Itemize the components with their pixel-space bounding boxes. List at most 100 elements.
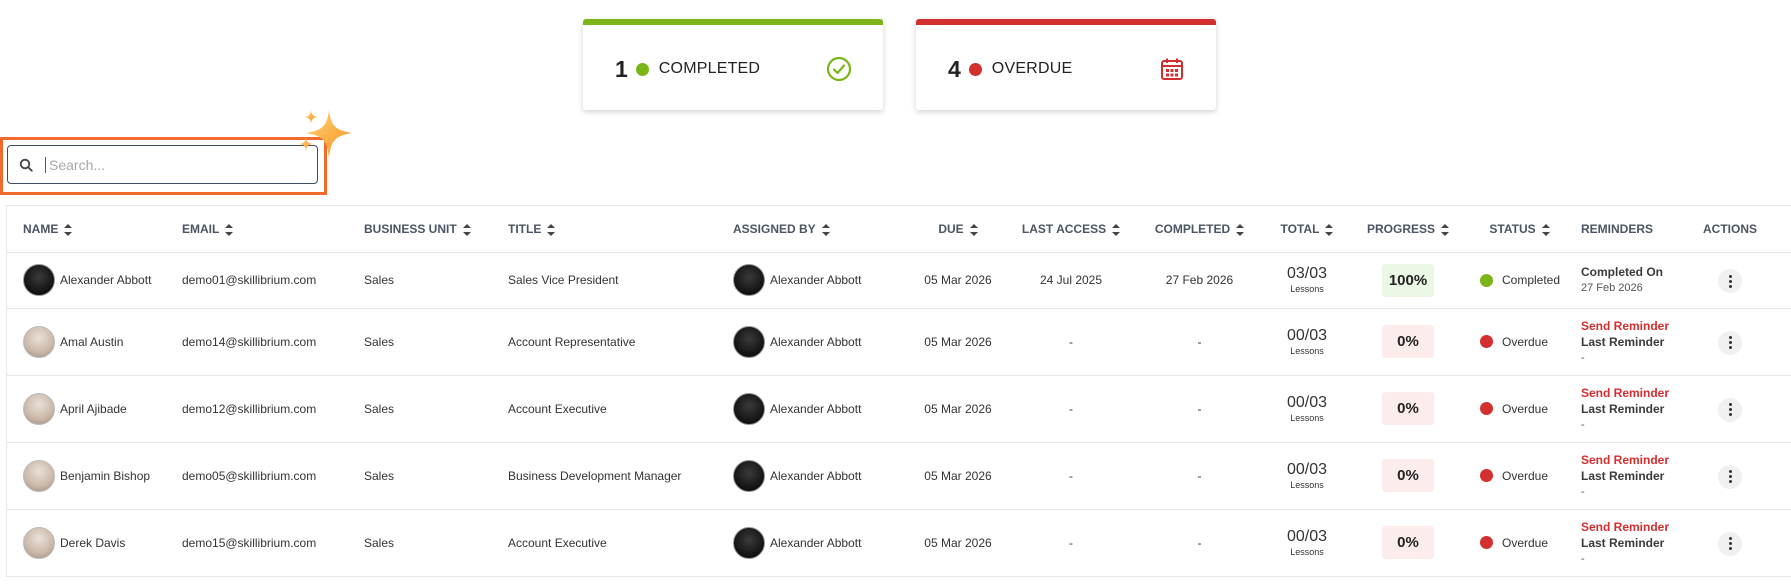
completed-card-bar <box>583 19 883 25</box>
header-due[interactable]: DUE <box>911 206 1005 253</box>
header-total[interactable]: TOTAL <box>1262 206 1352 253</box>
total-cell: 00/03 Lessons <box>1262 308 1352 376</box>
reminder-line2: 27 Feb 2026 <box>1581 282 1643 294</box>
reminder-line3: - <box>1581 552 1585 565</box>
reminder-line2: Last Reminder <box>1581 468 1665 483</box>
progress-badge: 100% <box>1382 263 1434 297</box>
learner-name: April Ajibade <box>60 401 127 416</box>
overdue-dot <box>968 62 982 76</box>
send-reminder-link[interactable]: Send Reminder <box>1581 318 1690 334</box>
header-progress[interactable]: PROGRESS <box>1352 206 1464 253</box>
table-row[interactable]: Derek Davis demo15@skillibrium.com Sales… <box>7 509 1791 577</box>
sort-icon[interactable] <box>462 223 471 236</box>
email-cell: demo14@skillibrium.com <box>182 308 364 376</box>
sort-icon[interactable] <box>64 223 73 236</box>
reminders-cell: Send Reminder Last Reminder - <box>1575 308 1690 376</box>
learner-name: Alexander Abbott <box>60 273 152 287</box>
sort-icon[interactable] <box>1441 223 1449 236</box>
more-actions-icon[interactable] <box>1718 330 1742 355</box>
overdue-count: 4 <box>948 55 961 82</box>
assigned-by-name: Alexander Abbott <box>770 401 862 416</box>
search-icon <box>19 157 35 173</box>
status-dot <box>1480 402 1493 415</box>
sort-icon[interactable] <box>1325 223 1334 236</box>
completed-cell: - <box>1137 308 1262 376</box>
last-access-cell: - <box>1005 509 1137 577</box>
header-title[interactable]: TITLE <box>508 206 733 253</box>
more-actions-icon[interactable] <box>1718 397 1742 422</box>
status-text: Overdue <box>1502 334 1549 349</box>
table-row[interactable]: Amal Austin demo14@skillibrium.com Sales… <box>7 308 1791 376</box>
check-circle-icon <box>825 55 853 83</box>
sort-icon[interactable] <box>1236 223 1245 236</box>
sort-icon[interactable] <box>547 223 556 236</box>
header-business-unit[interactable]: BUSINESS UNIT <box>364 206 508 253</box>
due-cell: 05 Mar 2026 <box>911 509 1005 577</box>
send-reminder-link[interactable]: Send Reminder <box>1581 519 1690 535</box>
status-dot <box>1480 335 1493 348</box>
lessons-label: Lessons <box>1290 546 1324 557</box>
due-cell: 05 Mar 2026 <box>911 375 1005 443</box>
header-reminders: REMINDERS <box>1575 206 1690 253</box>
status-cell: Overdue <box>1464 442 1575 510</box>
send-reminder-link[interactable]: Send Reminder <box>1581 385 1690 401</box>
header-completed[interactable]: COMPLETED <box>1137 206 1262 253</box>
more-actions-icon[interactable] <box>1718 464 1742 489</box>
reminder-line2: Last Reminder <box>1581 535 1665 550</box>
header-status[interactable]: STATUS <box>1464 206 1575 253</box>
header-assigned-by[interactable]: ASSIGNED BY <box>733 206 911 253</box>
more-actions-icon[interactable] <box>1718 531 1742 556</box>
status-dot <box>1480 536 1493 549</box>
assigned-by-name: Alexander Abbott <box>770 273 862 287</box>
completed-cell: 27 Feb 2026 <box>1137 252 1262 309</box>
avatar <box>733 392 765 425</box>
table-row[interactable]: Benjamin Bishop demo05@skillibrium.com S… <box>7 442 1791 510</box>
completed-card[interactable]: 1 COMPLETED <box>583 19 883 110</box>
total-cell: 03/03 Lessons <box>1262 252 1352 309</box>
progress-badge: 0% <box>1382 325 1434 358</box>
table-row[interactable]: Alexander Abbott demo01@skillibrium.com … <box>7 252 1791 309</box>
business-unit-cell: Sales <box>364 442 508 510</box>
header-email[interactable]: EMAIL <box>182 206 364 253</box>
send-reminder-link[interactable]: Send Reminder <box>1581 452 1690 468</box>
sort-icon[interactable] <box>1112 223 1121 236</box>
more-actions-icon[interactable] <box>1718 269 1742 294</box>
sort-icon[interactable] <box>821 223 830 236</box>
search-box[interactable] <box>7 145 318 184</box>
status-cell: Overdue <box>1464 308 1575 376</box>
avatar <box>733 325 765 358</box>
email-cell: demo15@skillibrium.com <box>182 509 364 577</box>
table-row[interactable]: April Ajibade demo12@skillibrium.com Sal… <box>7 375 1791 443</box>
total-lessons-count: 00/03 <box>1286 393 1328 411</box>
header-actions: ACTIONS <box>1690 206 1791 253</box>
reminder-line1: Completed On <box>1581 265 1664 279</box>
avatar <box>23 459 55 492</box>
actions-cell <box>1690 308 1791 376</box>
progress-badge: 0% <box>1382 392 1434 425</box>
sort-icon[interactable] <box>225 223 234 236</box>
progress-cell: 0% <box>1352 442 1464 510</box>
assigned-by-name: Alexander Abbott <box>770 334 862 349</box>
reminders-cell: Send Reminder Last Reminder - <box>1575 442 1690 510</box>
header-name[interactable]: NAME <box>7 206 182 253</box>
business-unit-cell: Sales <box>364 308 508 376</box>
name-cell: April Ajibade <box>7 375 182 443</box>
total-cell: 00/03 Lessons <box>1262 375 1352 443</box>
email-cell: demo12@skillibrium.com <box>182 375 364 443</box>
sort-icon[interactable] <box>1541 223 1550 236</box>
business-unit-cell: Sales <box>364 252 508 309</box>
status-text: Completed <box>1502 273 1561 287</box>
name-cell: Benjamin Bishop <box>7 442 182 510</box>
learner-name: Derek Davis <box>60 535 126 550</box>
due-cell: 05 Mar 2026 <box>911 252 1005 309</box>
overdue-card[interactable]: 4 OVERDUE <box>916 19 1216 110</box>
sort-icon[interactable] <box>969 223 978 236</box>
last-access-cell: 24 Jul 2025 <box>1005 252 1137 309</box>
progress-cell: 0% <box>1352 308 1464 376</box>
search-input[interactable] <box>45 156 295 173</box>
avatar <box>733 459 765 492</box>
header-last-access[interactable]: LAST ACCESS <box>1005 206 1137 253</box>
calendar-icon <box>1158 55 1186 83</box>
reminder-line3: - <box>1581 485 1585 498</box>
title-cell: Account Representative <box>508 308 733 376</box>
